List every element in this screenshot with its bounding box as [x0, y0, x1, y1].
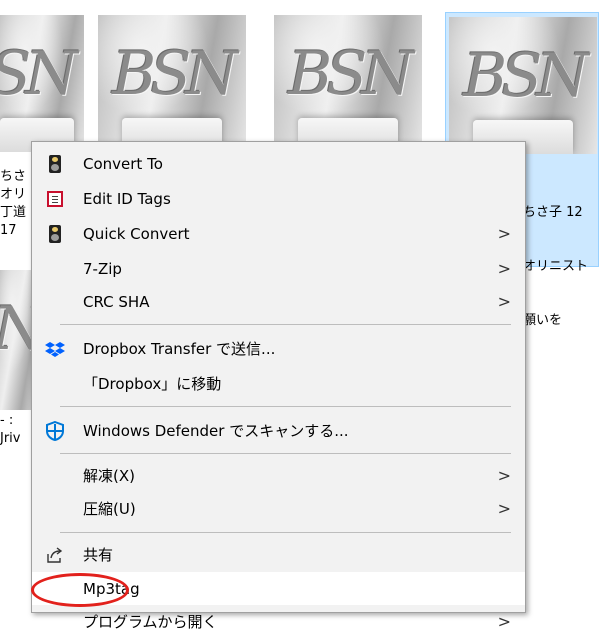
- menu-item-label: 7-Zip: [83, 259, 122, 278]
- menu-item-quick-convert[interactable]: Quick Convert >: [32, 217, 525, 250]
- selected-file-name: ちさ子 12 オリニスト 願いを: [523, 168, 588, 348]
- menu-item-label: Quick Convert: [83, 224, 190, 243]
- menu-item-extract[interactable]: 解凍(X) >: [32, 459, 525, 492]
- menu-item-label: Windows Defender でスキャンする...: [83, 422, 349, 440]
- menu-item-edit-id-tags[interactable]: Edit ID Tags: [32, 182, 525, 215]
- file-name-line: オリニスト: [523, 259, 589, 274]
- file-name-fragment: - :: [0, 413, 14, 428]
- menu-separator: [60, 406, 511, 407]
- speaker-icon: [45, 224, 65, 244]
- thumbnail-4-selected[interactable]: BSN: [449, 17, 597, 154]
- menu-item-label: Dropbox Transfer で送信...: [83, 340, 276, 358]
- menu-item-label: Convert To: [83, 154, 163, 173]
- tag-list-icon: [45, 189, 65, 209]
- menu-separator: [60, 453, 511, 454]
- chevron-right-icon: >: [497, 259, 511, 278]
- file-name-line: ちさ子 12: [523, 205, 583, 220]
- chevron-right-icon: >: [497, 466, 511, 485]
- menu-item-share[interactable]: 共有: [32, 538, 525, 571]
- menu-item-move-to-dropbox[interactable]: 「Dropbox」に移動: [32, 367, 525, 400]
- mp3tag-highlight-ring: [31, 573, 129, 607]
- monogram-art: BSN: [288, 39, 414, 109]
- chevron-right-icon: >: [497, 292, 511, 311]
- chevron-right-icon: >: [497, 224, 511, 243]
- menu-item-label: 圧縮(U): [83, 500, 136, 518]
- menu-item-windows-defender[interactable]: Windows Defender でスキャンする...: [32, 414, 525, 447]
- menu-item-convert-to[interactable]: Convert To: [32, 147, 525, 180]
- menu-item-label: CRC SHA: [83, 292, 150, 311]
- thumbnail-3[interactable]: BSN: [274, 15, 422, 152]
- windows-defender-icon: [45, 420, 65, 441]
- menu-item-crc-sha[interactable]: CRC SHA >: [32, 285, 525, 318]
- menu-item-label: 共有: [83, 546, 114, 564]
- context-menu: Convert To Edit ID Tags Quick Convert > …: [31, 141, 526, 631]
- chevron-right-icon: >: [497, 499, 511, 518]
- menu-separator: [60, 532, 511, 533]
- chevron-right-icon: >: [497, 612, 511, 631]
- monogram-art: BSN: [0, 39, 78, 109]
- menu-separator: [60, 324, 511, 325]
- menu-item-label: 解凍(X): [83, 467, 135, 485]
- monogram-art: BSN: [112, 39, 238, 109]
- file-name-fragment: 丁道: [0, 205, 27, 220]
- file-name-line: 願いを: [523, 313, 563, 328]
- file-name-fragment: Jriv: [0, 431, 21, 446]
- menu-item-open-with[interactable]: プログラムから開く >: [32, 605, 525, 638]
- menu-item-dropbox-transfer[interactable]: Dropbox Transfer で送信...: [32, 332, 525, 365]
- share-icon: [45, 545, 65, 565]
- thumbnail-1[interactable]: BSN: [0, 15, 84, 152]
- file-name-fragment: 17: [0, 223, 17, 238]
- dropbox-icon: [45, 339, 65, 359]
- monogram-art: BSN: [463, 41, 589, 111]
- thumbnail-2[interactable]: BSN: [98, 15, 246, 152]
- menu-item-compress[interactable]: 圧縮(U) >: [32, 492, 525, 525]
- file-name-fragment: ちさ: [0, 169, 27, 184]
- file-name-fragment: オリ: [0, 187, 27, 202]
- speaker-icon: [45, 154, 65, 174]
- menu-item-label: 「Dropbox」に移動: [83, 375, 222, 393]
- menu-item-label: プログラムから開く: [83, 613, 218, 631]
- menu-item-7zip[interactable]: 7-Zip >: [32, 252, 525, 285]
- menu-item-label: Edit ID Tags: [83, 189, 171, 208]
